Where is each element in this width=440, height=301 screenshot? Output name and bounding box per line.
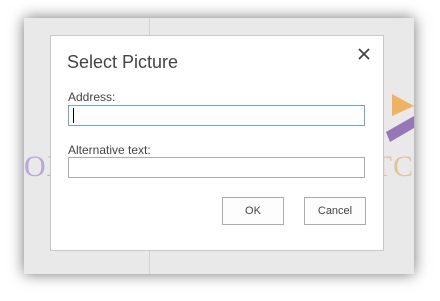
close-button[interactable] — [355, 45, 373, 63]
text-caret — [73, 108, 74, 123]
ok-button[interactable]: OK — [222, 197, 284, 225]
address-input[interactable] — [68, 105, 365, 126]
background-logo-graphic — [386, 94, 414, 142]
address-label: Address: — [68, 90, 116, 104]
select-picture-dialog: Select Picture Address: Alternative text… — [50, 35, 384, 251]
screen: OX TC Select Picture Address: Alternativ… — [0, 0, 440, 301]
alternative-text-input[interactable] — [68, 157, 365, 178]
background-divider-bottom — [149, 250, 150, 274]
alternative-text-label: Alternative text: — [68, 143, 151, 157]
close-icon — [358, 48, 370, 60]
dialog-title: Select Picture — [67, 52, 179, 72]
cancel-button[interactable]: Cancel — [304, 197, 366, 225]
